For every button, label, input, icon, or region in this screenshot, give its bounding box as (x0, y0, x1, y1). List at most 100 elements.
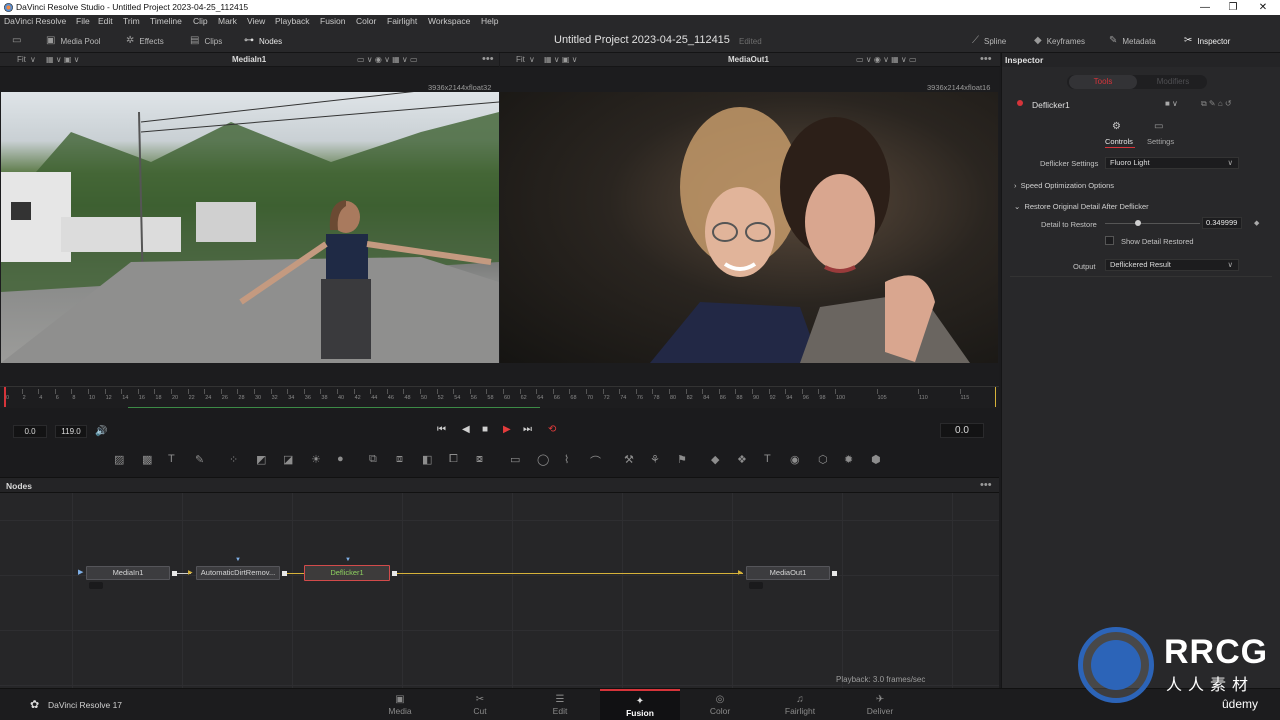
text-tool-icon[interactable]: T (168, 453, 175, 465)
text3d-icon[interactable]: T (764, 453, 771, 465)
settings-icon[interactable]: ▭ (1154, 121, 1163, 132)
time-ruler[interactable]: 0 2 4 6 8 10 12 14 16 18 20 22 24 26 28 30 32 34 36 38 40 42 4… (0, 386, 999, 408)
tool-options-icon[interactable]: ⧉ ✎ ⌂ ↺ (1201, 99, 1232, 109)
nodes-button[interactable]: ⊶ Nodes (244, 34, 282, 48)
node-mediaout1[interactable]: MediaOut1 (746, 566, 830, 580)
tab-tools[interactable]: Tools (1069, 75, 1137, 89)
go-to-end-icon[interactable]: ⏭ (523, 424, 532, 435)
node-output-port[interactable] (832, 571, 837, 576)
node-deflicker1[interactable]: Deflicker1 (304, 565, 390, 581)
particles-tool-icon[interactable]: ⁘ (229, 453, 238, 466)
effects-button[interactable]: ✲ Effects (126, 34, 164, 48)
merge3d-icon[interactable]: ❖ (737, 453, 747, 466)
page-color[interactable]: ◎ Color (680, 689, 760, 720)
loop-icon[interactable]: ⟲ (548, 424, 556, 435)
particle-emitter-icon[interactable]: ⚒ (624, 453, 634, 466)
color-corrector-icon[interactable]: ☀ (311, 453, 321, 466)
panel-toggle-button[interactable]: ▭ (12, 34, 21, 48)
show-detail-checkbox[interactable] (1105, 236, 1114, 245)
keyframes-button[interactable]: ◆ Keyframes (1034, 34, 1085, 48)
maximize-button[interactable]: ❐ (1218, 0, 1248, 15)
right-viewer-image[interactable] (500, 92, 998, 363)
step-back-icon[interactable]: ◀ (462, 424, 470, 435)
merge-tool-icon[interactable]: ⧉ (369, 453, 377, 466)
end-frame-field[interactable]: 119.0 (55, 425, 87, 438)
right-zoom-chevron-icon[interactable]: ∨ (529, 55, 535, 64)
minimize-button[interactable]: — (1190, 0, 1220, 15)
background-tool-icon[interactable]: ▨ (114, 453, 124, 466)
right-viewer-name[interactable]: MediaOut1 (728, 55, 769, 64)
clips-button[interactable]: ▤ Clips (190, 34, 222, 48)
menu-help[interactable]: Help (481, 16, 498, 26)
renderer3d-icon[interactable]: ⬢ (871, 453, 881, 466)
left-zoom-chevron-icon[interactable]: ∨ (30, 55, 36, 64)
ellipse-mask-icon[interactable]: ◯ (537, 453, 549, 466)
right-viewer-options-icon[interactable]: ▭ ∨ ◉ ∨ ▦ ∨ ▭ (856, 55, 917, 64)
p-render-icon[interactable]: ⚑ (677, 453, 687, 466)
menu-workspace[interactable]: Workspace (428, 16, 470, 26)
node-automatic-dirt-removal[interactable]: AutomaticDirtRemov... (196, 566, 280, 580)
camera3d-icon[interactable]: ◉ (790, 453, 800, 466)
fast-noise-tool-icon[interactable]: ◪ (283, 453, 293, 466)
right-viewer-zoom[interactable]: Fit (516, 55, 525, 64)
restore-section-header[interactable]: ⌄ Restore Original Detail After Deflicke… (1014, 202, 1149, 211)
tool-color-icon[interactable]: ■ ∨ (1165, 99, 1178, 108)
node-graph[interactable]: ▶ MediaIn1 ▶ AutomaticDirtRemov... ▼ Def… (0, 493, 999, 688)
menu-davinci-resolve[interactable]: DaVinci Resolve (4, 16, 66, 26)
page-edit[interactable]: ☰ Edit (520, 689, 600, 720)
nodes-more-icon[interactable]: ••• (980, 479, 992, 491)
tool-enabled-dot[interactable] (1017, 100, 1023, 106)
bspline-mask-icon[interactable]: ⌒ (590, 453, 601, 469)
stop-icon[interactable]: ■ (482, 424, 488, 435)
subtab-settings[interactable]: Settings (1147, 137, 1174, 146)
transform-tool-icon[interactable]: ⧈ (396, 453, 403, 466)
menu-file[interactable]: File (76, 16, 90, 26)
left-viewer-layout-icon[interactable]: ▦ ∨ ▣ ∨ (46, 55, 80, 64)
left-viewer-options-icon[interactable]: ▭ ∨ ◉ ∨ ▦ ∨ ▭ (357, 55, 418, 64)
menu-color[interactable]: Color (356, 16, 376, 26)
audio-icon[interactable]: 🔊 (95, 426, 107, 437)
color-curves-icon[interactable]: ● (337, 453, 344, 465)
subtab-controls[interactable]: Controls (1105, 137, 1133, 146)
media-pool-button[interactable]: ▣ Media Pool (46, 34, 100, 48)
start-frame-field[interactable]: 0.0 (13, 425, 47, 438)
right-viewer-layout-icon[interactable]: ▦ ∨ ▣ ∨ (544, 55, 578, 64)
view-indicator-icon[interactable] (749, 582, 763, 589)
keyframe-diamond-icon[interactable]: ◆ (1254, 219, 1259, 227)
deflicker-settings-dropdown[interactable]: Fluoro Light ∨ (1105, 157, 1239, 169)
node-mediain1[interactable]: MediaIn1 (86, 566, 170, 580)
speed-section-header[interactable]: › Speed Optimization Options (1014, 181, 1114, 190)
imageplane3d-icon[interactable]: ⬡ (818, 453, 828, 466)
particle-render-icon[interactable]: ⚘ (650, 453, 660, 466)
metadata-button[interactable]: ✎ Metadata (1109, 34, 1156, 48)
play-icon[interactable]: ▶ (503, 424, 511, 435)
polygon-mask-icon[interactable]: ⌇ (564, 453, 569, 466)
left-viewer-image[interactable] (1, 92, 499, 363)
gradient-tool-icon[interactable]: ◩ (256, 453, 266, 466)
crop-tool-icon[interactable]: ⧠ (449, 453, 458, 466)
detail-slider-track[interactable] (1105, 223, 1200, 224)
spline-button[interactable]: ⟋ Spline (972, 34, 1006, 48)
left-viewer-zoom[interactable]: Fit (17, 55, 26, 64)
page-media[interactable]: ▣ Media (360, 689, 440, 720)
menu-trim[interactable]: Trim (123, 16, 140, 26)
blur-tool-icon[interactable]: ⧇ (476, 453, 483, 466)
page-cut[interactable]: ✂ Cut (440, 689, 520, 720)
tab-modifiers[interactable]: Modifiers (1139, 75, 1207, 89)
output-dropdown[interactable]: Deflickered Result ∨ (1105, 259, 1239, 271)
brush-tool-icon[interactable]: ✎ (195, 453, 204, 466)
menu-playback[interactable]: Playback (275, 16, 310, 26)
menu-clip[interactable]: Clip (193, 16, 208, 26)
left-viewer-name[interactable]: MediaIn1 (232, 55, 266, 64)
menu-fairlight[interactable]: Fairlight (387, 16, 417, 26)
current-frame-field[interactable]: 0.0 (940, 423, 984, 438)
left-viewer-more-icon[interactable]: ••• (482, 53, 494, 65)
right-viewer-more-icon[interactable]: ••• (980, 53, 992, 65)
paint-tool-icon[interactable]: ▩ (142, 453, 152, 466)
resize-tool-icon[interactable]: ◧ (422, 453, 432, 466)
detail-slider-handle[interactable] (1135, 220, 1141, 226)
view-indicator-icon[interactable] (89, 582, 103, 589)
menu-view[interactable]: View (247, 16, 265, 26)
inspector-button[interactable]: ✂ Inspector (1184, 34, 1230, 48)
menu-edit[interactable]: Edit (98, 16, 113, 26)
